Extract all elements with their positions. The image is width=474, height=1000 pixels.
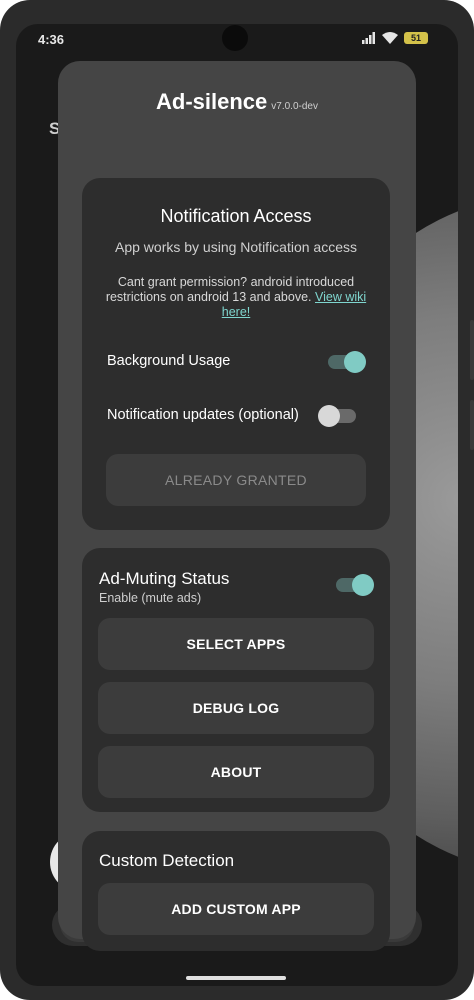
add-custom-app-button[interactable]: ADD CUSTOM APP (98, 883, 374, 935)
notification-access-subtitle: App works by using Notification access (115, 239, 357, 255)
already-granted-button[interactable]: ALREADY GRANTED (106, 454, 366, 506)
app-title: Ad-silence (156, 89, 268, 114)
wifi-icon (382, 32, 398, 44)
about-button[interactable]: ABOUT (98, 746, 374, 798)
background-usage-label: Background Usage (107, 353, 231, 369)
switch-knob (344, 351, 366, 373)
notification-updates-label: Notification updates (optional) (107, 407, 299, 423)
switch-knob (318, 405, 340, 427)
switch-knob (352, 574, 374, 596)
ad-muting-subtitle: Enable (mute ads) (99, 591, 202, 605)
app-version: v7.0.0-dev (271, 101, 318, 112)
ad-muting-title: Ad-Muting Status (99, 569, 230, 588)
background-usage-switch[interactable] (328, 351, 366, 373)
notification-access-card: Notification Access App works by using N… (82, 178, 390, 530)
home-indicator[interactable] (186, 976, 286, 980)
status-icons: 51 (362, 32, 428, 44)
select-apps-button[interactable]: SELECT APPS (98, 618, 374, 670)
battery-icon: 51 (404, 32, 428, 44)
notification-access-title: Notification Access (160, 206, 312, 226)
ad-muting-card: Ad-Muting Status Enable (mute ads) SELEC… (82, 548, 390, 812)
permission-note: Cant grant permission? android introduce… (96, 275, 376, 320)
screen: S 4:36 51 Ad-silence v7.0.0-dev Notifica… (16, 24, 458, 986)
app-dialog: Ad-silence v7.0.0-dev Notification Access… (58, 61, 416, 951)
phone-frame: S 4:36 51 Ad-silence v7.0.0-dev Notifica… (0, 0, 474, 1000)
status-time: 4:36 (38, 32, 65, 47)
notification-updates-switch[interactable] (318, 405, 356, 427)
volume-button (470, 320, 474, 380)
status-bar: 4:36 51 (16, 24, 458, 56)
debug-log-button[interactable]: DEBUG LOG (98, 682, 374, 734)
front-camera (222, 25, 248, 51)
dialog-header: Ad-silence v7.0.0-dev (58, 89, 416, 115)
custom-detection-title: Custom Detection (99, 851, 235, 870)
signal-icon (362, 32, 375, 44)
custom-detection-card: Custom Detection ADD CUSTOM APP (82, 831, 390, 951)
ad-muting-switch[interactable] (336, 574, 374, 596)
power-button (470, 400, 474, 450)
